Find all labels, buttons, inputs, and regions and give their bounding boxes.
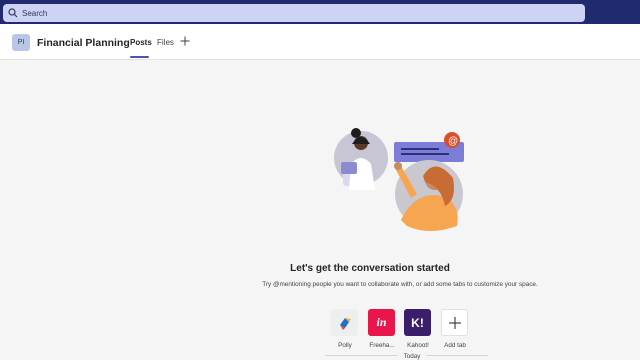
app-kahoot[interactable]: K! Kahoot! — [404, 309, 434, 349]
plus-icon — [441, 309, 468, 336]
tab-posts[interactable]: Posts — [130, 38, 152, 47]
top-bar: Search — [0, 0, 640, 24]
app-label: Add tab — [444, 342, 466, 349]
invision-freehand-icon: in — [368, 309, 395, 336]
date-divider: Today — [398, 353, 426, 360]
conversation-illustration: @ — [334, 128, 464, 231]
search-placeholder: Search — [22, 8, 48, 18]
app-label: Polly — [338, 342, 352, 349]
active-tab-indicator — [130, 56, 149, 58]
app-label: Freeha... — [369, 342, 395, 349]
add-tab-plus-icon[interactable] — [179, 35, 191, 47]
app-freehand[interactable]: in Freeha... — [368, 309, 398, 349]
empty-state-title: Let's get the conversation started — [290, 263, 450, 274]
search-icon — [8, 8, 18, 18]
kahoot-icon: K! — [404, 309, 431, 336]
polly-icon — [331, 309, 358, 336]
svg-text:@: @ — [448, 136, 458, 147]
search-input[interactable]: Search — [3, 4, 585, 22]
app-polly[interactable]: Polly — [331, 309, 361, 349]
app-label: Kahoot! — [407, 342, 429, 349]
tab-files[interactable]: Files — [157, 38, 174, 47]
team-name: Financial Planning — [37, 37, 130, 49]
add-tab-button[interactable]: Add tab — [441, 309, 471, 349]
channel-header: PI Financial Planning Posts Files — [0, 24, 640, 60]
team-avatar[interactable]: PI — [12, 34, 30, 51]
empty-state-subtitle: Try @mentioning people you want to colla… — [262, 281, 538, 288]
